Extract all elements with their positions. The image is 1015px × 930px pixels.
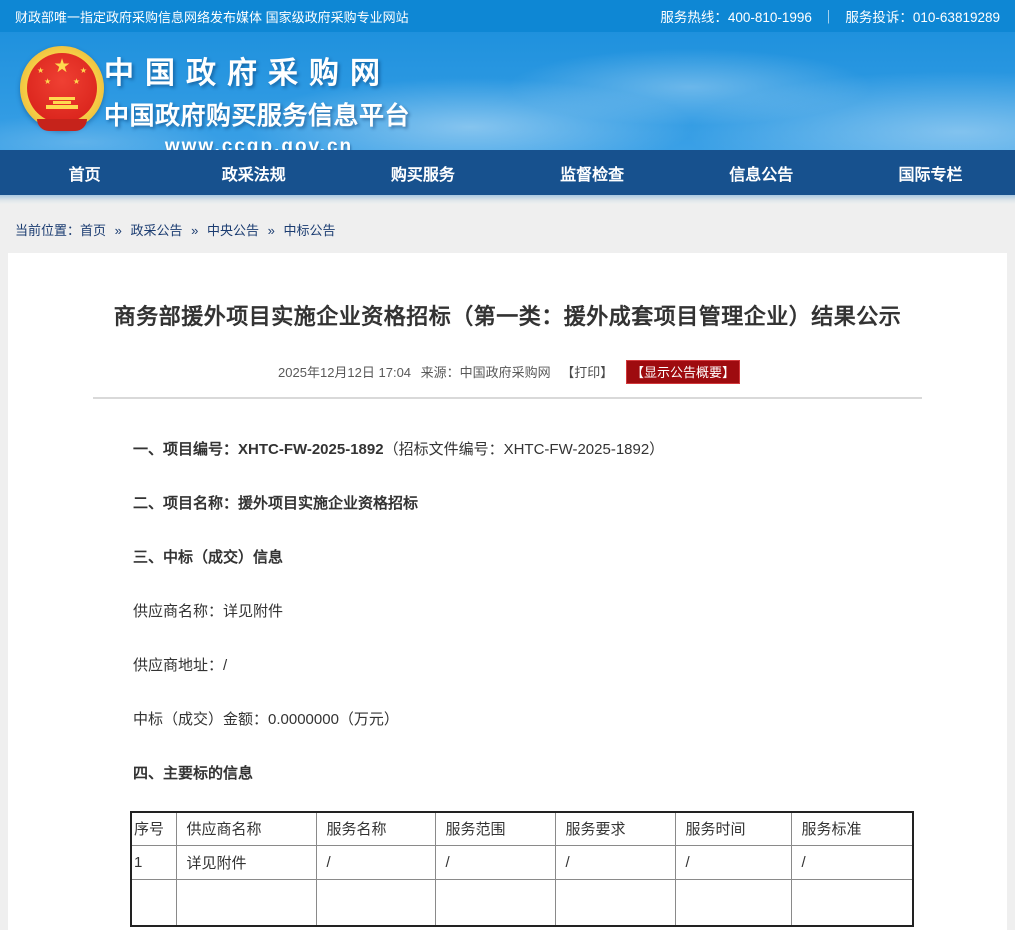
main-nav: 首页 政采法规 购买服务 监督检查 信息公告 国际专栏 <box>0 150 1015 195</box>
breadcrumb-separator: » <box>115 223 122 238</box>
nav-item-home[interactable]: 首页 <box>0 150 169 195</box>
cell-empty <box>316 879 435 926</box>
service-complaint: 服务投诉：010-63819289 <box>845 6 1000 26</box>
cell-service-time: / <box>675 845 791 879</box>
nav-item-regulations[interactable]: 政采法规 <box>169 150 338 195</box>
main-subject-bold: 四、主要标的信息 <box>133 765 253 782</box>
nav-item-announcements[interactable]: 信息公告 <box>677 150 846 195</box>
cell-empty <box>131 879 176 926</box>
col-header-service-standard: 服务标准 <box>791 812 913 845</box>
breadcrumb-item-procurement-announcements[interactable]: 政采公告 <box>131 223 183 238</box>
site-logo[interactable]: ★ ★ ★ ★ ★ <box>20 46 104 130</box>
cell-service-standard: / <box>791 845 913 879</box>
table-header-row: 序号 供应商名称 服务名称 服务范围 服务要求 服务时间 服务标准 <box>131 812 913 845</box>
col-header-service-name: 服务名称 <box>316 812 435 845</box>
breadcrumb: 当前位置：首页 » 政采公告 » 中央公告 » 中标公告 <box>0 204 1015 253</box>
project-name-bold: 二、项目名称：援外项目实施企业资格招标 <box>133 495 418 512</box>
article-meta: 2025年12月12日 17:04 来源：中国政府采购网 【打印】 【显示公告概… <box>8 360 1007 384</box>
article-panel: 商务部援外项目实施企业资格招标（第一类：援外成套项目管理企业）结果公示 2025… <box>8 253 1007 930</box>
table-row: 1 详见附件 / / / / / <box>131 845 913 879</box>
breadcrumb-prefix: 当前位置： <box>15 223 80 238</box>
col-header-service-scope: 服务范围 <box>435 812 555 845</box>
paragraph-supplier-name: 供应商名称：详见附件 <box>133 601 882 622</box>
table-row-empty <box>131 879 913 926</box>
cell-service-requirement: / <box>555 845 675 879</box>
paragraph-award-info-heading: 三、中标（成交）信息 <box>133 547 882 568</box>
article-body: 一、项目编号：XHTC-FW-2025-1892（招标文件编号：XHTC-FW-… <box>8 399 1007 927</box>
cell-supplier: 详见附件 <box>176 845 316 879</box>
national-emblem-icon: ★ ★ ★ ★ ★ <box>20 46 104 130</box>
award-info-bold: 三、中标（成交）信息 <box>133 549 283 566</box>
cell-service-scope: / <box>435 845 555 879</box>
cell-service-name: / <box>316 845 435 879</box>
print-button[interactable]: 【打印】 <box>561 365 613 380</box>
col-header-index: 序号 <box>131 812 176 845</box>
breadcrumb-separator: » <box>268 223 275 238</box>
paragraph-supplier-address: 供应商地址：/ <box>133 655 882 676</box>
article-source: 来源：中国政府采购网 <box>421 365 551 380</box>
breadcrumb-item-central-announcements[interactable]: 中央公告 <box>207 223 259 238</box>
service-hotline: 服务热线：400-810-1996 <box>660 6 812 26</box>
site-slogan: 财政部唯一指定政府采购信息网络发布媒体 国家级政府采购专业网站 <box>15 7 409 26</box>
site-header-banner: ★ ★ ★ ★ ★ 中国政府采购网 中国政府购买服务信息平台 www.ccgp.… <box>0 32 1015 150</box>
project-number-bold: 一、项目编号：XHTC-FW-2025-1892 <box>133 441 384 458</box>
site-subtitle: 中国政府购买服务信息平台 <box>104 96 414 132</box>
article-title: 商务部援外项目实施企业资格招标（第一类：援外成套项目管理企业）结果公示 <box>8 253 1007 331</box>
cell-empty <box>435 879 555 926</box>
paragraph-project-name: 二、项目名称：援外项目实施企业资格招标 <box>133 493 882 514</box>
article-datetime: 2025年12月12日 17:04 <box>278 365 411 380</box>
nav-item-supervision[interactable]: 监督检查 <box>508 150 677 195</box>
col-header-service-time: 服务时间 <box>675 812 791 845</box>
cell-index: 1 <box>131 845 176 879</box>
breadcrumb-item-home[interactable]: 首页 <box>80 223 106 238</box>
paragraph-project-number: 一、项目编号：XHTC-FW-2025-1892（招标文件编号：XHTC-FW-… <box>133 439 882 460</box>
top-service-bar: 财政部唯一指定政府采购信息网络发布媒体 国家级政府采购专业网站 服务热线：400… <box>0 0 1015 32</box>
main-subject-table: 序号 供应商名称 服务名称 服务范围 服务要求 服务时间 服务标准 1 详见附件… <box>130 811 914 927</box>
nav-item-international[interactable]: 国际专栏 <box>846 150 1015 195</box>
cell-empty <box>675 879 791 926</box>
breadcrumb-item-award-announcements[interactable]: 中标公告 <box>284 223 336 238</box>
site-url: www.ccgp.gov.cn <box>104 136 414 150</box>
paragraph-main-subject-heading: 四、主要标的信息 <box>133 763 882 784</box>
cell-empty <box>176 879 316 926</box>
paragraph-award-amount: 中标（成交）金额：0.0000000（万元） <box>133 709 882 730</box>
cell-empty <box>791 879 913 926</box>
site-name: 中国政府采购网 <box>104 48 414 92</box>
tender-doc-number: （招标文件编号：XHTC-FW-2025-1892） <box>384 441 665 458</box>
topbar-divider: ｜ <box>822 6 836 26</box>
nav-item-purchase-services[interactable]: 购买服务 <box>338 150 507 195</box>
col-header-supplier: 供应商名称 <box>176 812 316 845</box>
nav-bottom-strip <box>0 195 1015 204</box>
cell-empty <box>555 879 675 926</box>
breadcrumb-separator: » <box>191 223 198 238</box>
col-header-service-requirement: 服务要求 <box>555 812 675 845</box>
show-summary-button[interactable]: 【显示公告概要】 <box>626 360 740 384</box>
